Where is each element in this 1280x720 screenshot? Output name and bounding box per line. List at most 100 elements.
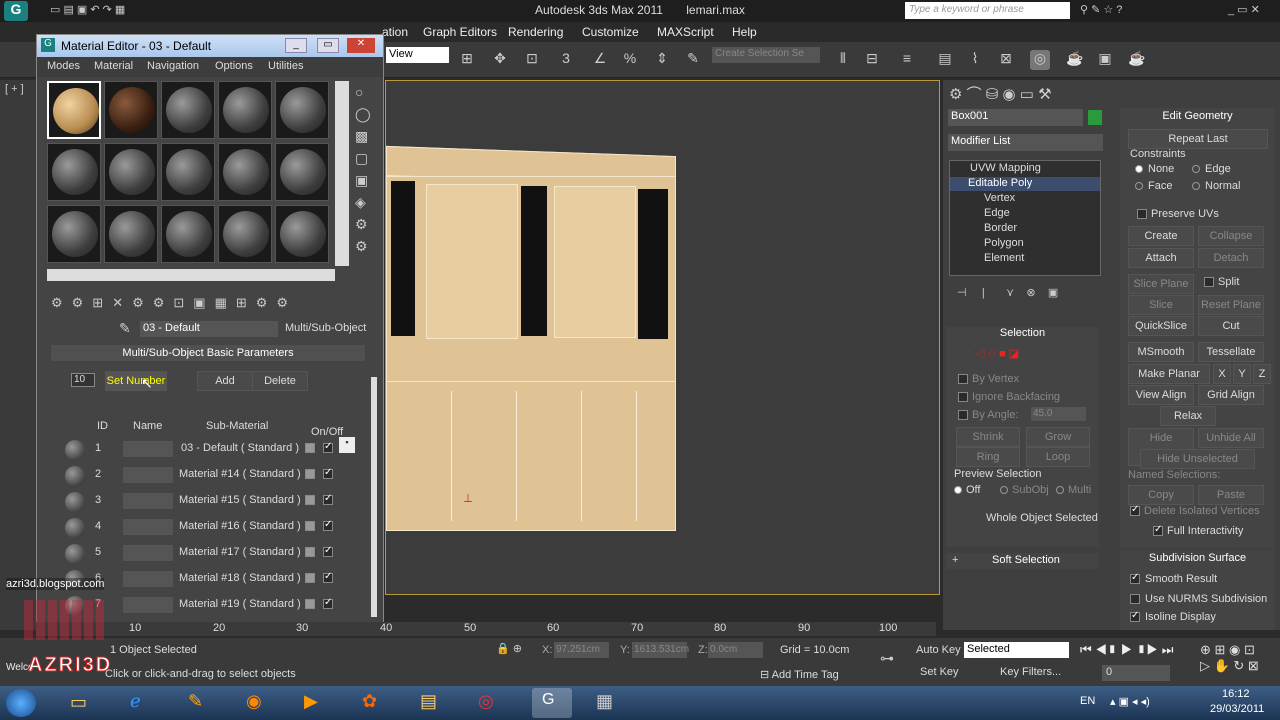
submaterial-button[interactable]: Material #18 ( Standard ) [179,572,301,584]
sample-slot[interactable] [104,143,158,201]
loop-button[interactable]: Loop [1026,447,1090,467]
table-row[interactable]: 1 03 - Default ( Standard ) ▪ [59,437,359,463]
menu-customize[interactable]: Customize [582,25,639,39]
ie-icon[interactable]: ℯ [130,691,141,712]
stack-border[interactable]: Border [984,222,1017,234]
subobj-icons[interactable]: ∴ ◁ ◇ ■ ◪ [966,347,1019,360]
material-editor-titlebar[interactable]: G Material Editor - 03 - Default _ ▭ ✕ [37,35,383,57]
create-button[interactable]: Create [1128,226,1194,246]
planar-y-button[interactable]: Y [1233,364,1251,384]
stack-editable-poly[interactable]: Editable Poly [968,177,1032,189]
collapse-button[interactable]: Collapse [1198,226,1264,246]
split-checkbox[interactable] [1204,277,1214,287]
taskbar-folder-icon[interactable]: ▭ [70,692,87,713]
col-submaterial[interactable]: Sub-Material [206,420,268,432]
material-name-field[interactable]: 03 - Default [140,321,278,337]
msmooth-button[interactable]: MSmooth [1128,342,1194,362]
curve-editor-icon[interactable]: ⌇ [965,50,985,70]
selection-set-dropdown[interactable]: Create Selection Se [712,47,820,63]
playback-controls[interactable]: ⏮ ◀▮ ▶ ▮▶ ⏭ [1080,642,1173,658]
viewport-perspective[interactable]: ⟂ [385,80,940,595]
key-filters-button[interactable]: Key Filters... [1000,666,1061,678]
minimize-button[interactable]: _ [285,38,307,53]
col-id[interactable]: ID [97,420,108,432]
set-number-field[interactable]: 10 [71,373,95,387]
copy-button[interactable]: Copy [1128,485,1194,505]
isoline-checkbox[interactable] [1130,610,1140,622]
submaterial-button[interactable]: Material #19 ( Standard ) [179,598,301,610]
window-controls[interactable]: _ ▭ ✕ [1228,3,1260,16]
table-row[interactable]: 3 Material #15 ( Standard ) [59,489,359,515]
stack-uvw-mapping[interactable]: UVW Mapping [970,162,1041,174]
align-icon[interactable]: ⊟ [862,50,882,70]
soft-selection-rollout[interactable]: + Soft Selection [946,553,1099,569]
menu-maxscript[interactable]: MAXScript [657,25,714,39]
move-icon[interactable]: ✥ [490,50,510,70]
submaterial-button[interactable]: 03 - Default ( Standard ) [181,442,299,454]
firefox-icon[interactable]: ◉ [246,691,262,712]
search-input[interactable]: Type a keyword or phrase [905,2,1070,19]
slot-scrollbar-v[interactable] [335,81,349,266]
delete-isolated-checkbox[interactable] [1130,504,1140,516]
grow-button[interactable]: Grow [1026,427,1090,447]
constraint-edge-radio[interactable] [1192,165,1200,173]
table-row[interactable]: 2 Material #14 ( Standard ) [59,463,359,489]
constraint-face-radio[interactable] [1135,182,1143,190]
reset-plane-button[interactable]: Reset Plane [1198,295,1264,315]
stack-tools-icons[interactable]: ⊣ | ⋎ ⊗ ▣ [957,286,1058,299]
menu-utilities[interactable]: Utilities [268,60,303,72]
app2-icon[interactable]: ✿ [362,691,377,712]
menu-rendering[interactable]: Rendering [508,25,563,39]
stack-element[interactable]: Element [984,252,1024,264]
menu-modes[interactable]: Modes [47,60,80,72]
smooth-result-checkbox[interactable] [1130,572,1140,584]
edit-named-icon[interactable]: ✎ [683,50,703,70]
render-frame-icon[interactable]: ▣ [1095,50,1115,70]
stack-vertex[interactable]: Vertex [984,192,1015,204]
sample-slot[interactable] [161,143,215,201]
attach-button[interactable]: Attach [1128,248,1194,268]
table-row[interactable]: 4 Material #16 ( Standard ) [59,515,359,541]
sample-slot[interactable] [275,143,329,201]
menu-material[interactable]: Material [94,60,133,72]
col-name[interactable]: Name [133,420,162,432]
quickslice-button[interactable]: QuickSlice [1128,316,1194,336]
z-coord-field[interactable]: 0.0cm [708,642,763,658]
ring-button[interactable]: Ring [956,447,1020,467]
constraint-none-radio[interactable] [1135,165,1143,173]
app-icon[interactable]: ✎ [188,691,203,712]
sample-slot[interactable] [47,205,101,263]
sample-slot[interactable] [218,143,272,201]
sample-slot[interactable] [275,81,329,139]
sample-slot[interactable] [104,81,158,139]
menu-help[interactable]: Help [732,25,757,39]
table-row[interactable]: 5 Material #17 ( Standard ) [59,541,359,567]
shrink-button[interactable]: Shrink [956,427,1020,447]
x-coord-field[interactable]: 97.251cm [554,642,609,658]
render-setup-icon[interactable]: ☕ [1065,50,1085,70]
nurms-checkbox[interactable] [1130,594,1140,604]
chrome-icon[interactable]: ◎ [478,691,494,712]
percent-snap-icon[interactable]: % [620,50,640,70]
spinner-snap-icon[interactable]: ⇕ [652,50,672,70]
timeline-ruler[interactable]: 10 20 30 40 50 60 70 80 90 100 [36,622,936,636]
material-type-button[interactable]: Multi/Sub-Object [285,322,366,334]
planar-z-button[interactable]: Z [1253,364,1271,384]
preview-subobj-radio[interactable] [1000,486,1008,494]
modifier-list-dropdown[interactable]: Modifier List [948,134,1103,151]
repeat-last-button[interactable]: Repeat Last [1128,129,1268,149]
snap3-icon[interactable]: 3 [556,50,576,70]
by-angle-checkbox[interactable] [958,410,968,420]
detach-button[interactable]: Detach [1198,248,1264,268]
sample-slot[interactable] [275,205,329,263]
tessellate-button[interactable]: Tessellate [1198,342,1264,362]
edit-geometry-title[interactable]: Edit Geometry [1120,110,1275,122]
rollout-header[interactable]: Multi/Sub-Object Basic Parameters [51,345,365,361]
full-interactivity-checkbox[interactable] [1153,524,1163,536]
view-dropdown[interactable]: View [386,47,449,63]
material-toolbar-icons[interactable]: ⚙⚙⊞✕⚙⚙⊡▣▦⊞⚙⚙ [51,295,297,311]
y-coord-field[interactable]: 1613.531cm [632,642,689,658]
make-planar-button[interactable]: Make Planar [1128,364,1210,384]
render-icon[interactable]: ☕ [1127,50,1147,70]
view-align-button[interactable]: View Align [1128,385,1194,405]
